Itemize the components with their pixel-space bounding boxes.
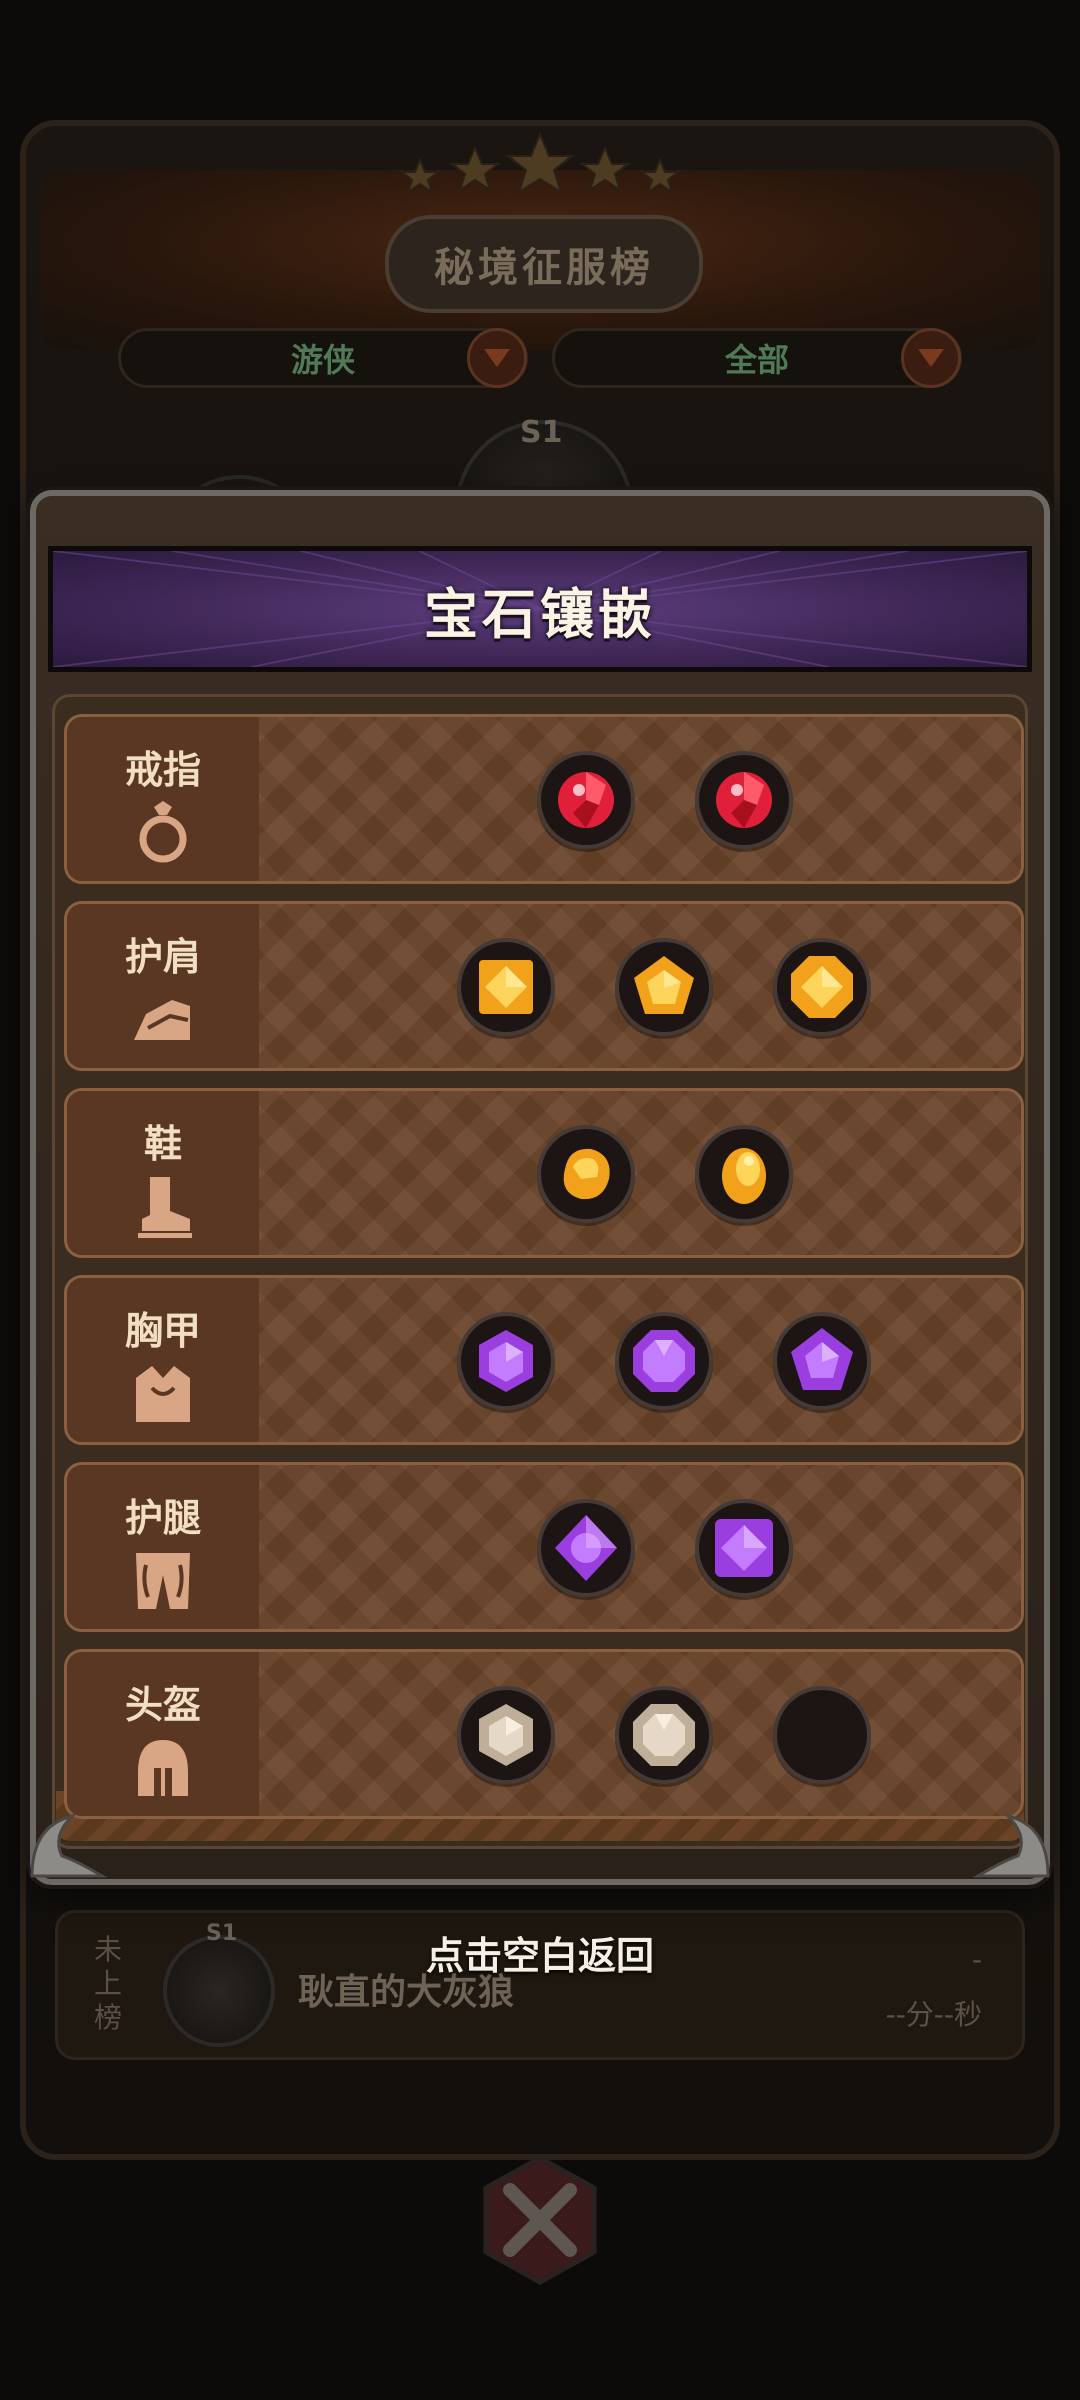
equipment-row-boots: 鞋 — [64, 1088, 1024, 1258]
equipment-row-helmet: 头盔 — [64, 1649, 1024, 1819]
gem-slot[interactable] — [773, 938, 871, 1036]
chest-armor-icon — [136, 1366, 190, 1422]
purple-gem-icon — [555, 1515, 617, 1581]
leg-armor-icon — [136, 1553, 190, 1609]
gold-gem-icon — [563, 1148, 610, 1200]
purple-gem-icon — [715, 1519, 773, 1577]
season-tag: S1 — [520, 415, 563, 450]
corner-ornament-icon — [972, 1813, 1050, 1878]
purple-gem-icon — [479, 1330, 533, 1392]
slot-label: 戒指 — [124, 748, 201, 792]
gem-slot[interactable] — [537, 1125, 635, 1223]
beige-gem-icon — [479, 1704, 533, 1766]
corner-ornament-icon — [30, 1813, 108, 1878]
gem-slot[interactable] — [695, 1499, 793, 1597]
scope-filter-dropdown[interactable]: 全部 — [552, 328, 962, 388]
tap-to-return-hint[interactable]: 点击空白返回 — [0, 1925, 1080, 1980]
dialog-title: 宝石镶嵌 — [424, 582, 656, 646]
purple-gem-icon — [633, 1330, 695, 1392]
boot-icon — [138, 1177, 192, 1238]
equipment-row-shoulder: 护肩 — [64, 901, 1024, 1071]
shoulder-armor-icon — [134, 1000, 190, 1040]
dialog-header: 宝石镶嵌 — [48, 546, 1032, 672]
chevron-down-icon[interactable] — [467, 328, 527, 388]
empty-gem-slot[interactable] — [773, 1686, 871, 1784]
beige-gem-icon — [633, 1704, 695, 1766]
gem-slot[interactable] — [537, 1499, 635, 1597]
chevron-down-icon[interactable] — [901, 328, 961, 388]
slot-label: 胸甲 — [124, 1309, 201, 1353]
gem-slot[interactable] — [773, 1312, 871, 1410]
class-filter-dropdown[interactable]: 游侠 — [118, 328, 528, 388]
equipment-row-chest: 胸甲 — [64, 1275, 1024, 1445]
equipment-row-ring: 戒指 — [64, 714, 1024, 884]
gem-slot[interactable] — [457, 1312, 555, 1410]
leaderboard-title: 秘境征服榜 — [385, 215, 703, 313]
slot-label: 护腿 — [124, 1496, 201, 1540]
rank-stars-icon — [399, 131, 681, 195]
gem-inlay-dialog: 宝石镶嵌 戒指 护肩 鞋 胸甲 护腿 头盔 — [30, 490, 1050, 1885]
gem-slot[interactable] — [615, 1312, 713, 1410]
slot-label: 头盔 — [124, 1683, 201, 1727]
red-gem-icon — [716, 772, 772, 828]
equipment-row-legs: 护腿 — [64, 1462, 1024, 1632]
my-clear-time: --分--秒 — [885, 1998, 982, 2031]
ring-icon — [139, 801, 187, 863]
helmet-icon — [138, 1740, 188, 1796]
gem-slot[interactable] — [537, 751, 635, 849]
gem-slot[interactable] — [695, 1125, 793, 1223]
scope-filter-label: 全部 — [724, 341, 789, 379]
gem-slot[interactable] — [457, 938, 555, 1036]
red-gem-icon — [558, 772, 614, 828]
gem-slot[interactable] — [615, 938, 713, 1036]
close-icon[interactable] — [470, 2150, 610, 2290]
class-filter-label: 游侠 — [290, 341, 355, 379]
gold-gem-icon — [479, 960, 533, 1014]
gem-slot[interactable] — [695, 751, 793, 849]
gold-gem-icon — [634, 956, 694, 1014]
slot-label: 护肩 — [124, 935, 201, 979]
gold-gem-icon — [722, 1148, 766, 1204]
gem-slot[interactable] — [457, 1686, 555, 1784]
gold-gem-icon — [791, 956, 853, 1018]
gem-slot[interactable] — [615, 1686, 713, 1784]
slot-label: 鞋 — [143, 1122, 182, 1166]
purple-gem-icon — [791, 1328, 853, 1390]
